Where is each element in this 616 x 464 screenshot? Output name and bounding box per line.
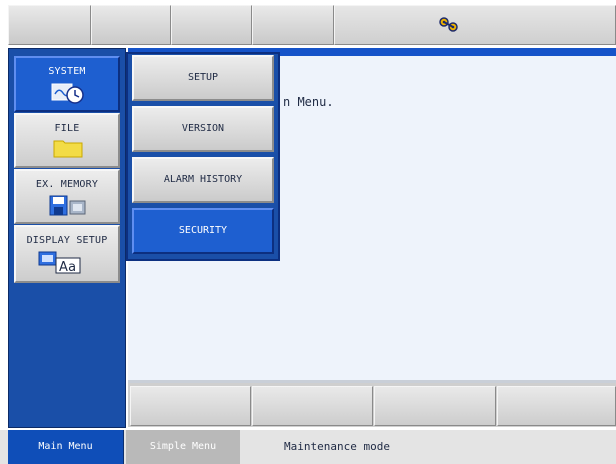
sidebar-item-label: DISPLAY SETUP	[26, 235, 108, 246]
softkey-4[interactable]	[497, 386, 616, 426]
sidebar-item-label: FILE	[54, 123, 80, 134]
submenu-item-setup[interactable]: SETUP	[132, 55, 274, 101]
toolbar-button-4[interactable]	[252, 5, 334, 45]
softkey-2[interactable]	[252, 386, 373, 426]
main-menu-button[interactable]: Main Menu	[8, 430, 124, 464]
display-font-icon: Aa	[38, 251, 81, 274]
status-text: Maintenance mode	[284, 440, 390, 453]
sidebar-item-ex-memory[interactable]: EX. MEMORY	[14, 169, 120, 224]
submenu-item-security[interactable]: SECURITY	[132, 208, 274, 254]
system-clock-icon	[51, 83, 84, 104]
softkey-3[interactable]	[374, 386, 496, 426]
toolbar-button-1[interactable]	[8, 5, 91, 45]
sidebar-item-system[interactable]: SYSTEM	[14, 56, 120, 112]
robot-link-icon	[439, 17, 458, 32]
submenu-item-version[interactable]: VERSION	[132, 106, 274, 152]
toolbar-button-2[interactable]	[91, 5, 171, 45]
toolbar-status-area	[334, 5, 616, 45]
simple-menu-button[interactable]: Simple Menu	[126, 430, 240, 464]
sidebar-item-label: SYSTEM	[48, 66, 86, 77]
toolbar-button-3[interactable]	[171, 5, 252, 45]
sidebar-item-display-setup[interactable]: DISPLAY SETUP Aa	[14, 225, 120, 283]
main-message-text: n Menu.	[283, 95, 334, 109]
sidebar-item-file[interactable]: FILE	[14, 113, 120, 168]
sidebar-item-label: EX. MEMORY	[35, 179, 99, 190]
folder-icon	[53, 140, 83, 158]
submenu-item-alarm-history[interactable]: ALARM HISTORY	[132, 157, 274, 203]
svg-text:Aa: Aa	[59, 260, 76, 274]
floppy-disk-icon	[49, 195, 86, 216]
softkey-1[interactable]	[130, 386, 251, 426]
